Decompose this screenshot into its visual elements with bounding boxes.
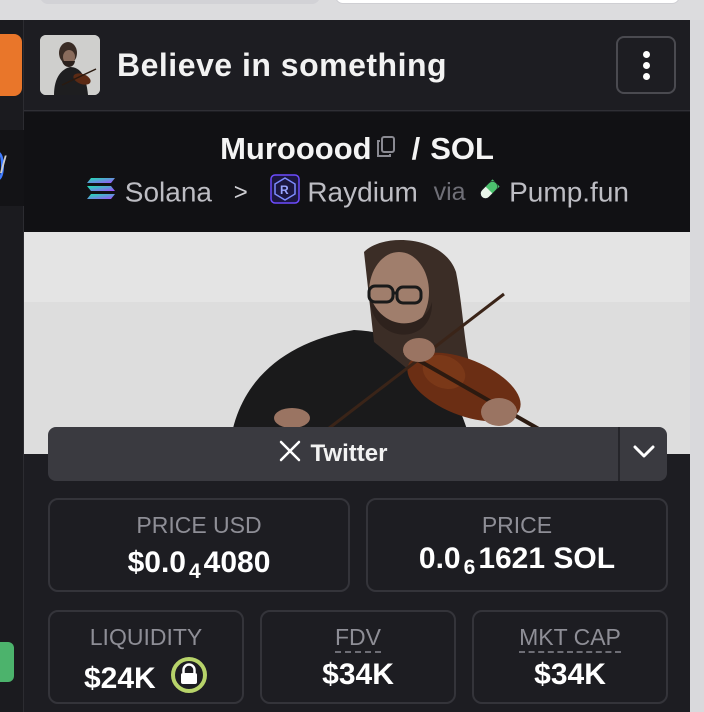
- kebab-dot-icon: [642, 61, 650, 69]
- mkt-cap-label[interactable]: MKT CAP: [474, 624, 666, 653]
- raydium-icon: R: [269, 174, 300, 210]
- mkt-cap-label-text: MKT CAP: [519, 624, 621, 653]
- token-panel: Believe in something Murooood / SOL Solana…: [24, 20, 690, 712]
- fdv-label[interactable]: FDV: [262, 624, 454, 653]
- quote-token-symbol: SOL: [430, 131, 494, 167]
- via-label: via: [433, 178, 466, 206]
- kebab-dot-icon: [642, 72, 650, 80]
- background-orange-button: [0, 34, 22, 96]
- base-token-symbol: Murooood: [220, 131, 372, 167]
- fdv-card: FDV $34K: [260, 610, 456, 704]
- liquidity-card: LIQUIDITY $24K: [48, 610, 244, 704]
- price-usd-card: PRICE USD $0.0 4 4080: [48, 498, 350, 592]
- chain-link[interactable]: Solana: [125, 177, 212, 208]
- fdv-value: $34K: [322, 658, 394, 691]
- socials-dropdown-button[interactable]: [618, 427, 667, 481]
- right-scroll-edge[interactable]: [690, 20, 704, 712]
- background-green-button: [0, 642, 14, 682]
- token-avatar: [40, 35, 100, 95]
- mkt-cap-value: $34K: [534, 658, 606, 691]
- twitter-label: Twitter: [310, 440, 388, 467]
- solana-icon: [85, 177, 117, 208]
- twitter-button-group: Twitter: [48, 427, 667, 481]
- price-usd-value: $0.0 4 4080: [50, 546, 348, 583]
- liquidity-value: $24K: [83, 662, 156, 695]
- pill-icon: [477, 177, 501, 208]
- price-sol-value: 0.0 6 1621 SOL: [368, 542, 666, 579]
- price-usd-digits: 4080: [203, 546, 271, 579]
- chevron-down-icon: [633, 445, 655, 464]
- pair-info: Murooood / SOL Solana > R Raydium via Pump…: [24, 112, 690, 232]
- launchpad-link[interactable]: Pump.fun: [509, 177, 629, 208]
- copy-icon[interactable]: [376, 130, 396, 166]
- price-sol-card: PRICE 0.0 6 1621 SOL: [366, 498, 668, 592]
- token-banner-image: [24, 232, 690, 454]
- chevron-right-icon: >: [233, 178, 248, 206]
- price-sol-prefix: 0.0: [418, 542, 461, 575]
- browser-top-strip: [0, 0, 704, 20]
- pair-separator: /: [411, 131, 421, 167]
- left-background-panel: /: [0, 20, 24, 712]
- mkt-cap-card: MKT CAP $34K: [472, 610, 668, 704]
- fdv-label-text: FDV: [335, 624, 381, 653]
- price-usd-zero-count: 4: [188, 560, 201, 583]
- liquidity-label: LIQUIDITY: [89, 624, 203, 650]
- browser-tab[interactable]: [40, 0, 320, 4]
- lock-icon[interactable]: [170, 656, 208, 702]
- svg-text:R: R: [280, 183, 289, 197]
- price-sol-digits: 1621: [478, 542, 546, 575]
- price-usd-label: PRICE USD: [136, 512, 262, 538]
- browser-tab-active[interactable]: [335, 0, 680, 4]
- dex-link[interactable]: Raydium: [307, 177, 417, 208]
- price-sol-label: PRICE: [481, 512, 553, 538]
- kebab-dot-icon: [642, 50, 650, 58]
- pair-row: Murooood / SOL: [24, 130, 690, 172]
- liquidity-value-row: $24K: [50, 656, 242, 702]
- price-sol-unit: SOL: [553, 542, 616, 575]
- background-pair-fragment: /: [0, 130, 24, 206]
- x-logo-icon: [279, 440, 301, 469]
- price-sol-zero-count: 6: [463, 556, 476, 579]
- price-usd-prefix: $0.0: [127, 546, 186, 579]
- kebab-menu-button[interactable]: [616, 36, 676, 94]
- token-title: Believe in something: [117, 47, 448, 83]
- token-header: Believe in something: [24, 20, 690, 111]
- chain-row: Solana > R Raydium via Pump.fun: [24, 174, 690, 211]
- twitter-button[interactable]: Twitter: [48, 427, 618, 481]
